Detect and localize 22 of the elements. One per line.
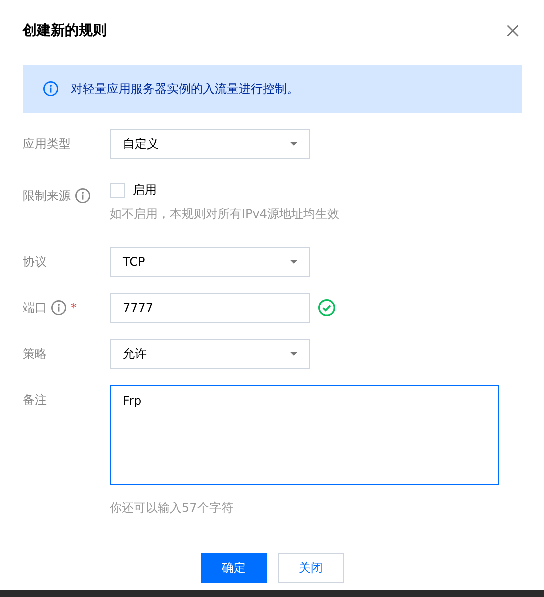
checkbox[interactable] — [110, 182, 125, 198]
checkbox-label: 启用 — [133, 182, 157, 199]
required-mark: * — [71, 300, 77, 317]
hint-text: 你还可以输入57个字符 — [110, 500, 234, 517]
field-label: 备注 — [23, 392, 47, 409]
confirm-button[interactable]: 确定 — [201, 553, 267, 583]
text-area[interactable]: Frp — [110, 385, 499, 485]
info-icon — [43, 81, 59, 97]
field-label: 应用类型 — [23, 136, 71, 153]
field-label: 协议 — [23, 254, 47, 271]
notice-text: 对轻量应用服务器实例的入流量进行控制。 — [71, 81, 299, 98]
input-field[interactable]: 7777 — [110, 293, 310, 323]
select-field[interactable]: TCP — [110, 247, 310, 277]
close-icon — [506, 24, 520, 38]
field-label: 限制来源 — [23, 188, 71, 205]
field-label: 策略 — [23, 346, 47, 363]
close-dialog-button[interactable]: 关闭 — [278, 553, 344, 583]
select-field[interactable]: 自定义 — [110, 129, 310, 159]
dialog-title: 创建新的规则 — [23, 22, 107, 40]
hint-text: 如不启用，本规则对所有IPv4源地址均生效 — [110, 206, 340, 223]
field-label: 端口 — [23, 300, 47, 317]
select-field[interactable]: 允许 — [110, 339, 310, 369]
